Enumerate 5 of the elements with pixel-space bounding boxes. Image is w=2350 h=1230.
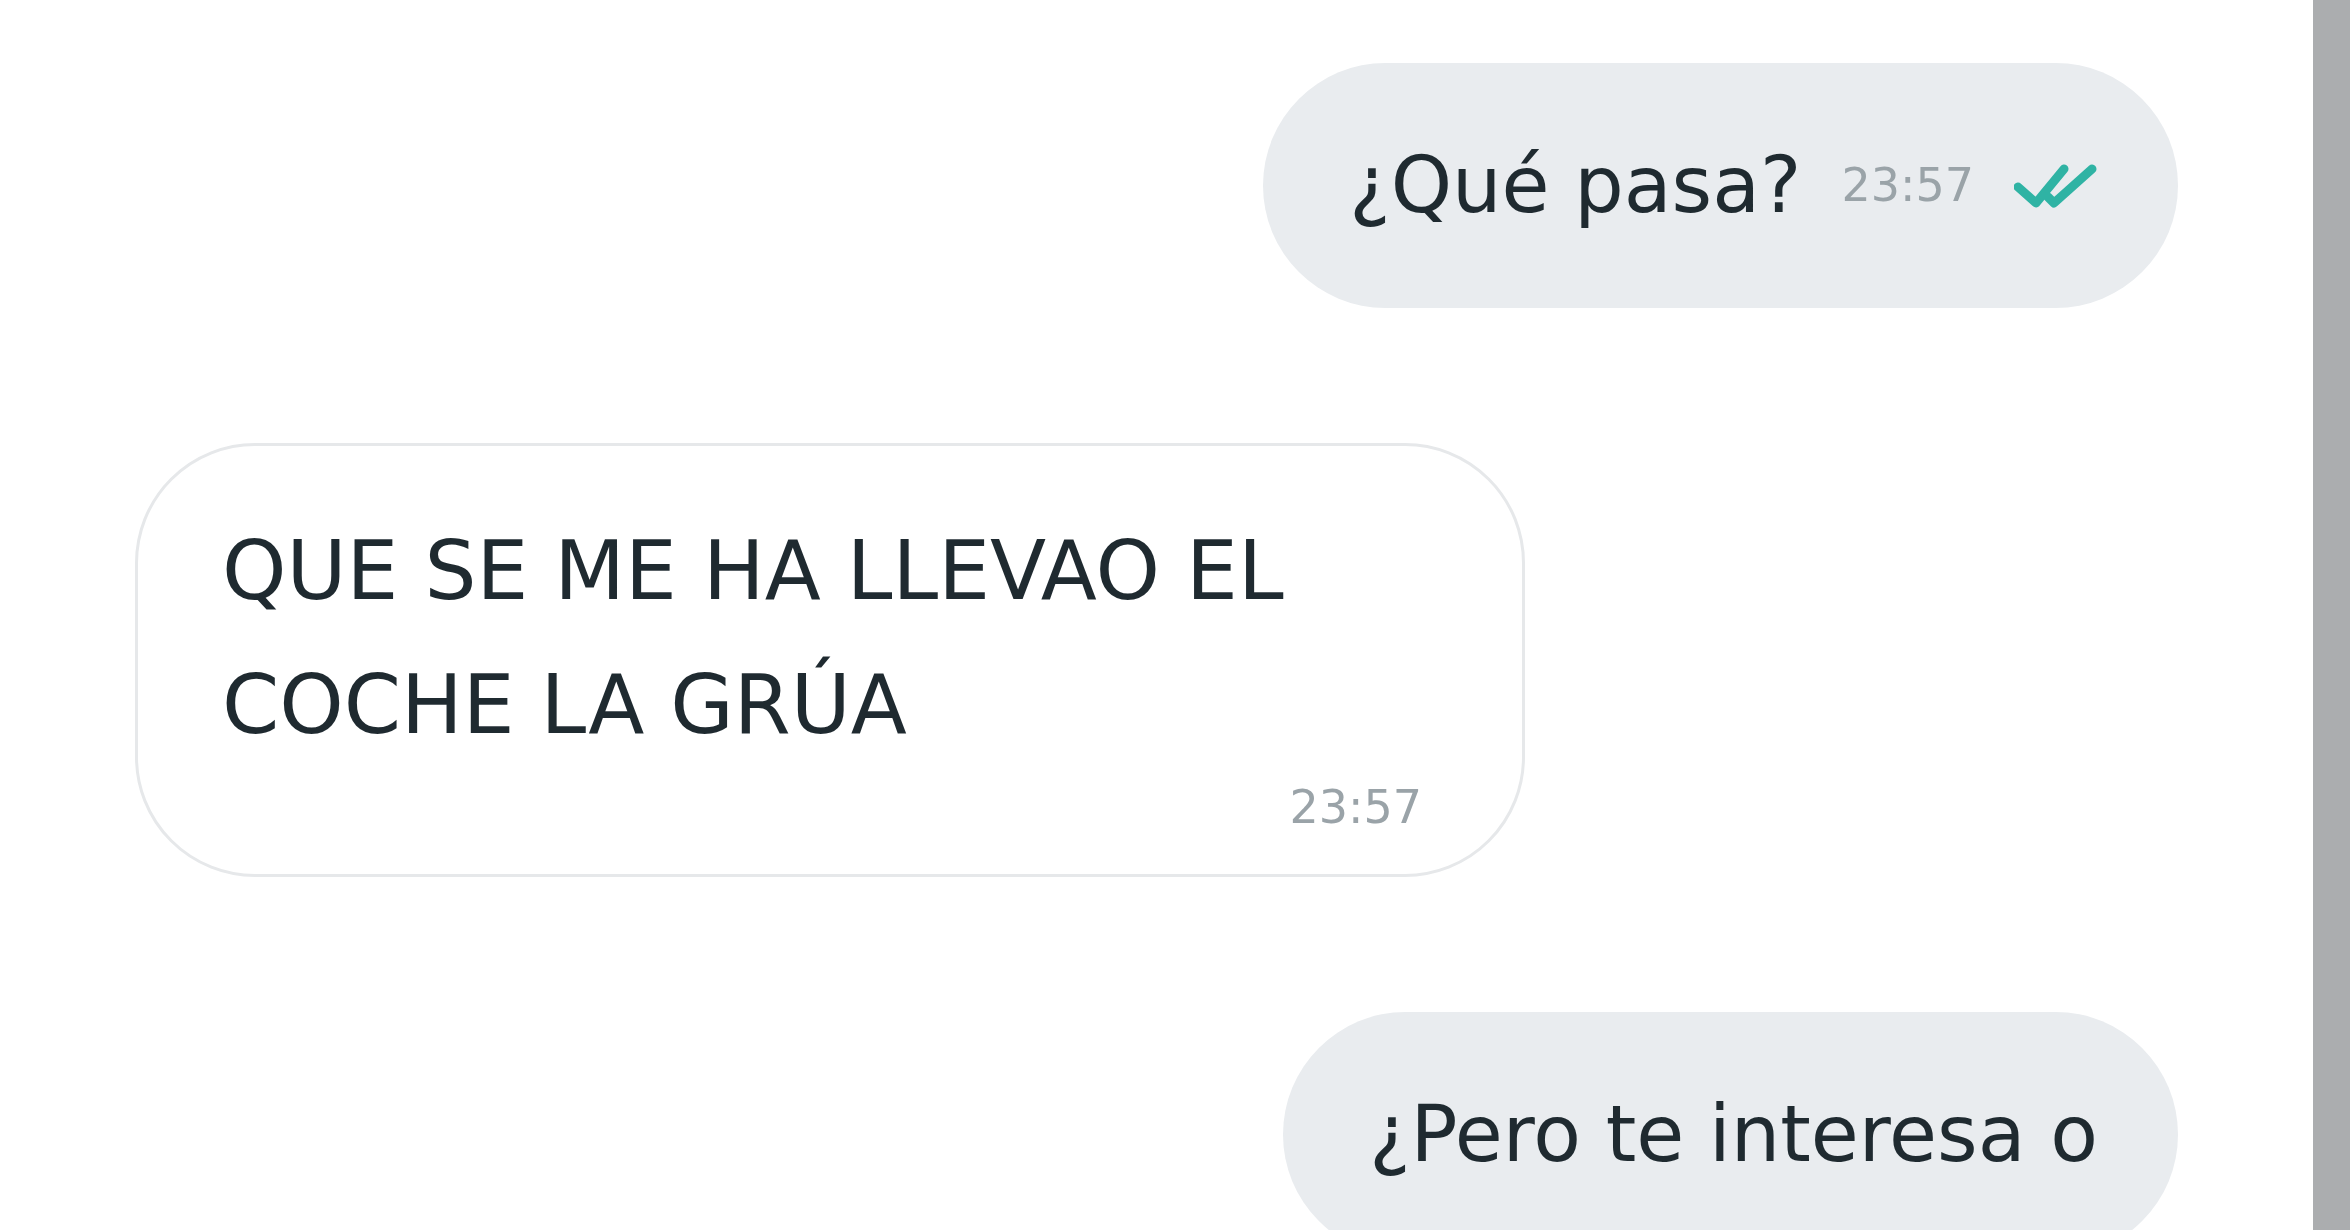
timestamp: 23:57 bbox=[1289, 779, 1422, 834]
message-text: ¿Pero te interesa o bbox=[1369, 1087, 2098, 1181]
message-text: ¿Qué pasa? bbox=[1349, 139, 1802, 232]
message-text: QUE SE ME HA LLEVAO EL COCHE LA GRÚA bbox=[222, 521, 1285, 754]
timestamp: 23:57 bbox=[1841, 158, 1974, 213]
